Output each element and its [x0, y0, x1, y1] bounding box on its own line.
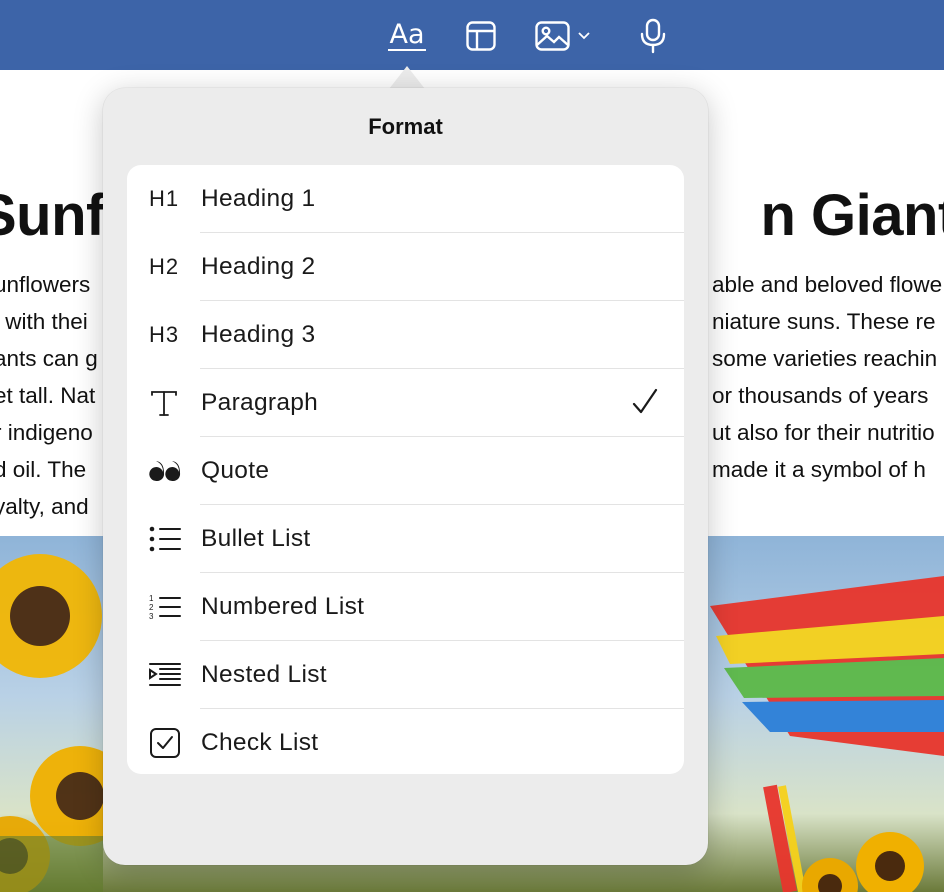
format-item-label: Check List — [201, 729, 319, 756]
format-item-check-list[interactable]: Check List — [127, 709, 684, 774]
format-item-quote[interactable]: Quote — [127, 437, 684, 505]
format-item-label: Bullet List — [201, 525, 311, 552]
format-item-label: Nested List — [201, 661, 327, 688]
svg-text:2: 2 — [149, 603, 154, 612]
format-item-numbered-list[interactable]: 123 Numbered List — [127, 573, 684, 641]
format-item-label: Quote — [201, 457, 270, 484]
microphone-icon[interactable] — [634, 16, 672, 56]
heading-1-icon: H1 — [149, 186, 180, 211]
check-list-icon — [149, 709, 189, 774]
heading-2-icon: H2 — [149, 254, 180, 279]
text-format-icon[interactable]: Aa — [386, 16, 428, 56]
document-title-right: n Giants — [760, 183, 944, 248]
format-list: H1 Heading 1 H2 Heading 2 H3 Heading 3 P… — [127, 165, 684, 774]
svg-text:3: 3 — [149, 612, 154, 621]
format-item-label: Heading 3 — [201, 321, 316, 348]
heading-3-icon: H3 — [149, 322, 180, 347]
nested-list-icon — [149, 641, 189, 709]
popover-title: Format — [368, 114, 443, 139]
checkmark-icon — [632, 388, 658, 414]
text-format-glyph: Aa — [388, 19, 426, 51]
format-item-label: Paragraph — [201, 389, 319, 416]
format-item-label: Numbered List — [201, 593, 365, 620]
format-item-heading-3[interactable]: H3 Heading 3 — [127, 301, 684, 369]
format-item-paragraph[interactable]: Paragraph — [127, 369, 684, 437]
quote-icon — [149, 437, 189, 505]
format-item-bullet-list[interactable]: Bullet List — [127, 505, 684, 573]
popover-arrow — [389, 66, 425, 89]
table-icon[interactable] — [462, 16, 500, 56]
paragraph-icon — [149, 369, 189, 437]
image-icon[interactable] — [534, 16, 596, 56]
format-item-heading-1[interactable]: H1 Heading 1 — [127, 165, 684, 233]
format-item-nested-list[interactable]: Nested List — [127, 641, 684, 709]
bullet-list-icon — [149, 505, 189, 573]
format-item-label: Heading 1 — [201, 185, 316, 212]
sunflower-right — [802, 832, 924, 892]
format-item-label: Heading 2 — [201, 253, 316, 280]
svg-text:1: 1 — [149, 594, 154, 603]
numbered-list-icon: 123 — [149, 573, 189, 641]
editor-toolbar: Aa — [0, 0, 944, 70]
format-item-heading-2[interactable]: H2 Heading 2 — [127, 233, 684, 301]
format-popover: Format H1 Heading 1 H2 Heading 2 H3 Head… — [103, 88, 708, 865]
